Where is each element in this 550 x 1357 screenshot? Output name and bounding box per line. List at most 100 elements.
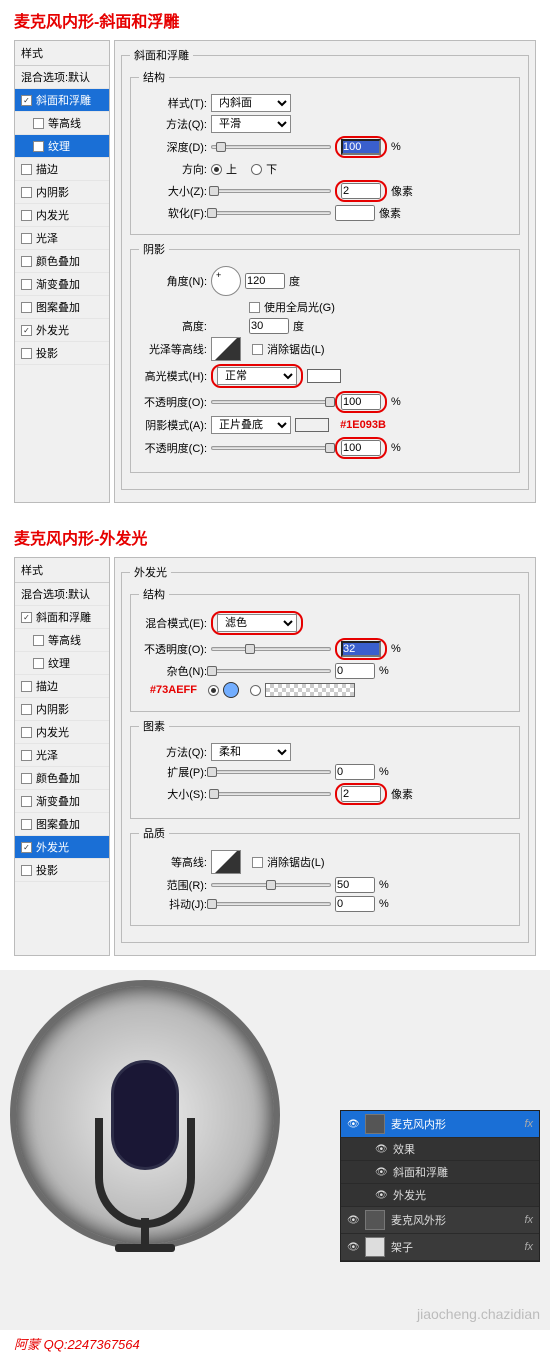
gloss-contour[interactable] (211, 337, 241, 361)
aa-check-2[interactable] (252, 857, 263, 868)
style-item-4[interactable]: 内阴影 (15, 698, 109, 721)
style-check[interactable] (21, 187, 32, 198)
hilite-color[interactable] (307, 369, 341, 383)
style-check[interactable] (33, 118, 44, 129)
layer-row-stand[interactable]: 架子fx (341, 1234, 539, 1261)
style-item-7[interactable]: 颜色叠加 (15, 767, 109, 790)
fx-badge[interactable]: fx (524, 1214, 533, 1226)
style-item-0[interactable]: 斜面和浮雕 (15, 606, 109, 629)
blend-options-row-2[interactable]: 混合选项:默认 (15, 583, 109, 606)
soften-slider[interactable] (211, 211, 331, 215)
style-item-2[interactable]: 纹理 (15, 652, 109, 675)
color-radio[interactable] (208, 685, 219, 696)
style-item-8[interactable]: 渐变叠加 (15, 790, 109, 813)
dir-down-radio[interactable] (251, 164, 262, 175)
noise-slider[interactable] (211, 669, 331, 673)
style-check[interactable] (33, 141, 44, 152)
aa-check[interactable] (252, 344, 263, 355)
noise-input[interactable] (335, 663, 375, 679)
size-input[interactable] (341, 183, 381, 199)
angle-input[interactable] (245, 273, 285, 289)
style-check[interactable] (21, 842, 32, 853)
style-item-6[interactable]: 光泽 (15, 227, 109, 250)
style-item-5[interactable]: 内发光 (15, 204, 109, 227)
style-item-10[interactable]: 外发光 (15, 836, 109, 859)
opacity2-input[interactable] (341, 440, 381, 456)
gradient-swatch[interactable] (265, 683, 355, 697)
eye-icon[interactable] (375, 1189, 387, 1201)
depth-input[interactable] (341, 139, 381, 155)
opacity-slider-2[interactable] (211, 647, 331, 651)
style-select[interactable]: 内斜面 (211, 94, 291, 112)
style-check[interactable] (21, 302, 32, 313)
method-select-2[interactable]: 柔和 (211, 743, 291, 761)
eye-icon[interactable] (375, 1166, 387, 1178)
style-item-11[interactable]: 投影 (15, 859, 109, 882)
shadow-color[interactable] (295, 418, 329, 432)
style-item-1[interactable]: 等高线 (15, 629, 109, 652)
layer-fx-row[interactable]: 效果 (341, 1138, 539, 1161)
layer-fx-bevel[interactable]: 斜面和浮雕 (341, 1161, 539, 1184)
style-check[interactable] (21, 773, 32, 784)
style-check[interactable] (33, 658, 44, 669)
color-swatch[interactable] (223, 682, 239, 698)
dir-up-radio[interactable] (211, 164, 222, 175)
style-check[interactable] (21, 750, 32, 761)
style-check[interactable] (21, 279, 32, 290)
style-item-6[interactable]: 光泽 (15, 744, 109, 767)
blend-options-row[interactable]: 混合选项:默认 (15, 66, 109, 89)
opacity-input[interactable] (341, 394, 381, 410)
style-check[interactable] (21, 704, 32, 715)
layer-row-mic-outer[interactable]: 麦克风外形fx (341, 1207, 539, 1234)
depth-slider[interactable] (211, 145, 331, 149)
size-slider-2[interactable] (211, 792, 331, 796)
style-check[interactable] (21, 865, 32, 876)
style-item-0[interactable]: 斜面和浮雕 (15, 89, 109, 112)
altitude-input[interactable] (249, 318, 289, 334)
style-check[interactable] (21, 256, 32, 267)
style-item-2[interactable]: 纹理 (15, 135, 109, 158)
style-item-7[interactable]: 颜色叠加 (15, 250, 109, 273)
range-slider[interactable] (211, 883, 331, 887)
hilite-select[interactable]: 正常 (217, 367, 297, 385)
style-check[interactable] (21, 796, 32, 807)
style-check[interactable] (21, 612, 32, 623)
eye-icon[interactable] (347, 1241, 359, 1253)
style-item-3[interactable]: 描边 (15, 158, 109, 181)
style-item-11[interactable]: 投影 (15, 342, 109, 365)
style-item-3[interactable]: 描边 (15, 675, 109, 698)
layer-row-mic-inner[interactable]: 麦克风内形fx (341, 1111, 539, 1138)
style-check[interactable] (21, 681, 32, 692)
style-check[interactable] (21, 233, 32, 244)
size-input-2[interactable] (341, 786, 381, 802)
fx-badge[interactable]: fx (524, 1241, 533, 1253)
grad-radio[interactable] (250, 685, 261, 696)
style-check[interactable] (21, 210, 32, 221)
opacity2-slider[interactable] (211, 446, 331, 450)
opacity-input-2[interactable] (341, 641, 381, 657)
style-item-10[interactable]: 外发光 (15, 319, 109, 342)
fx-badge[interactable]: fx (524, 1118, 533, 1130)
style-item-1[interactable]: 等高线 (15, 112, 109, 135)
method-select[interactable]: 平滑 (211, 115, 291, 133)
style-item-4[interactable]: 内阴影 (15, 181, 109, 204)
style-check[interactable] (21, 164, 32, 175)
shadow-mode-select[interactable]: 正片叠底 (211, 416, 291, 434)
opacity-slider[interactable] (211, 400, 331, 404)
eye-icon[interactable] (375, 1143, 387, 1155)
style-check[interactable] (21, 95, 32, 106)
blend-select[interactable]: 滤色 (217, 614, 297, 632)
spread-slider[interactable] (211, 770, 331, 774)
style-item-9[interactable]: 图案叠加 (15, 813, 109, 836)
style-check[interactable] (21, 819, 32, 830)
global-check[interactable] (249, 302, 260, 313)
contour-thumb[interactable] (211, 850, 241, 874)
style-check[interactable] (21, 348, 32, 359)
soften-input[interactable] (335, 205, 375, 221)
angle-dial[interactable] (211, 266, 241, 296)
range-input[interactable] (335, 877, 375, 893)
style-check[interactable] (21, 325, 32, 336)
style-check[interactable] (33, 635, 44, 646)
jitter-input[interactable] (335, 896, 375, 912)
eye-icon[interactable] (347, 1118, 359, 1130)
